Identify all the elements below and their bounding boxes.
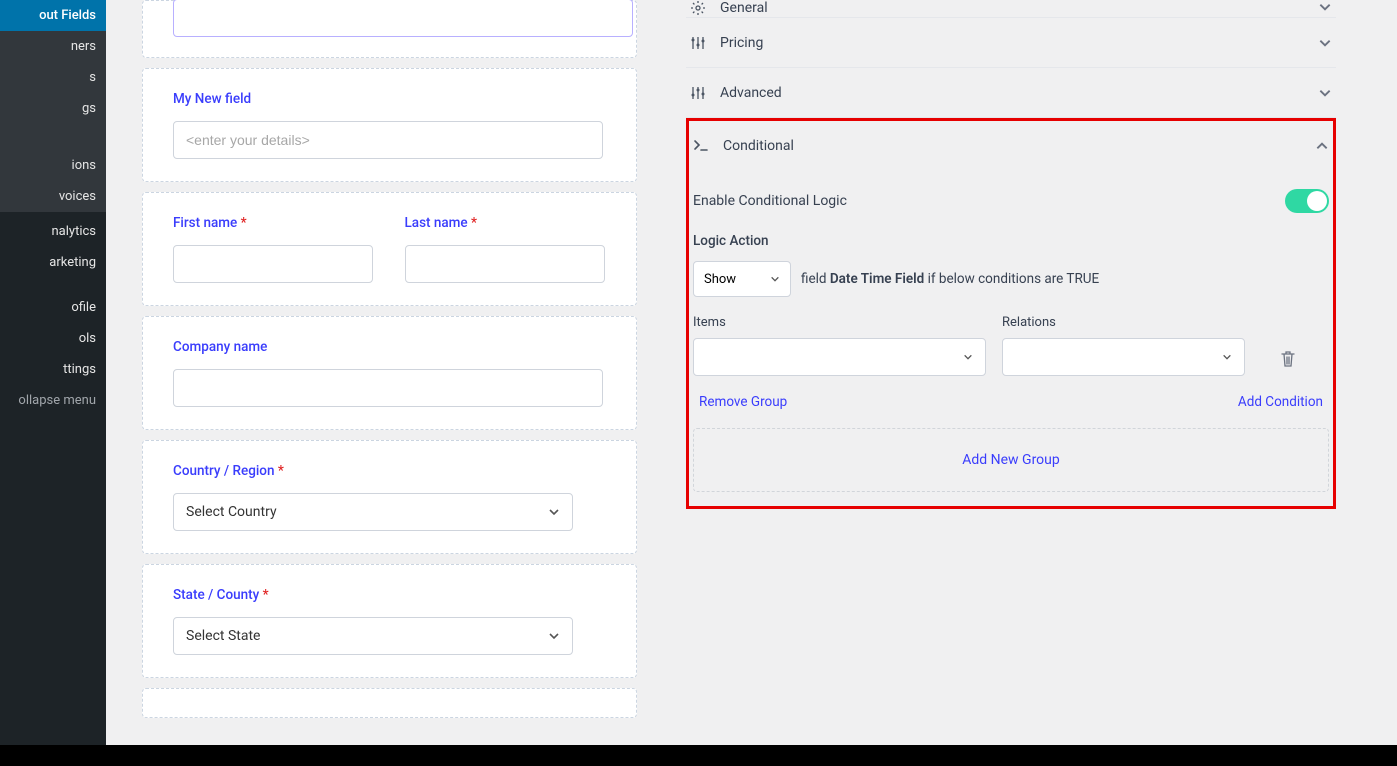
form-card-top[interactable] xyxy=(142,0,637,58)
terminal-icon xyxy=(693,138,709,154)
bottom-bar xyxy=(0,745,1397,766)
accordion-label: Conditional xyxy=(723,138,794,154)
last-name-input[interactable] xyxy=(405,245,605,283)
sidebar-item-marketing[interactable]: arketing xyxy=(0,247,106,278)
sidebar-item-2[interactable]: gs xyxy=(0,93,106,124)
logic-action-value: Show xyxy=(704,272,736,287)
accordion-label: Advanced xyxy=(720,85,782,101)
accordion-pricing[interactable]: Pricing xyxy=(686,18,1336,68)
sidebar-item-tools[interactable]: ols xyxy=(0,323,106,354)
form-card-my-field[interactable]: My New field xyxy=(142,68,637,182)
logic-action-select[interactable]: Show xyxy=(693,261,791,297)
relations-column-label: Relations xyxy=(1002,315,1245,330)
settings-panel: General Pricing Advanced Con xyxy=(686,0,1336,745)
sidebar-item-settings[interactable]: ttings xyxy=(0,354,106,385)
accordion-general[interactable]: General xyxy=(686,0,1336,18)
country-select[interactable]: Select Country xyxy=(173,493,573,531)
company-label: Company name xyxy=(173,339,606,355)
form-builder-panel: My New field First name * Last name * Co… xyxy=(142,0,637,745)
sidebar-item-checkout-fields[interactable]: out Fields xyxy=(0,0,106,31)
form-card-name[interactable]: First name * Last name * xyxy=(142,192,637,306)
state-value: Select State xyxy=(186,628,260,644)
state-label: State / County * xyxy=(173,587,606,603)
chevron-up-icon xyxy=(1315,139,1329,153)
company-input[interactable] xyxy=(173,369,603,407)
form-card-company[interactable]: Company name xyxy=(142,316,637,430)
sliders-icon xyxy=(690,35,706,51)
sliders-icon xyxy=(690,85,706,101)
chevron-down-icon xyxy=(548,630,560,642)
gear-icon xyxy=(690,0,706,16)
form-card-state[interactable]: State / County * Select State xyxy=(142,564,637,678)
sidebar-item-profile[interactable]: ofile xyxy=(0,292,106,323)
sidebar-item-4[interactable]: voices xyxy=(0,181,106,212)
logic-action-label: Logic Action xyxy=(693,233,1329,249)
sidebar-item-collapse[interactable]: ollapse menu xyxy=(0,385,106,416)
enable-conditional-label: Enable Conditional Logic xyxy=(693,193,847,209)
form-card-next[interactable] xyxy=(142,688,637,718)
add-new-group-button[interactable]: Add New Group xyxy=(693,428,1329,492)
conditional-body: Enable Conditional Logic Logic Action Sh… xyxy=(689,171,1333,492)
first-name-input[interactable] xyxy=(173,245,373,283)
sidebar-item-analytics[interactable]: nalytics xyxy=(0,216,106,247)
delete-condition-button[interactable] xyxy=(1279,350,1297,368)
first-name-label: First name * xyxy=(173,215,375,231)
top-input[interactable] xyxy=(173,0,633,37)
state-select[interactable]: Select State xyxy=(173,617,573,655)
country-value: Select Country xyxy=(186,504,277,520)
form-card-country[interactable]: Country / Region * Select Country xyxy=(142,440,637,554)
last-name-label: Last name * xyxy=(405,215,607,231)
my-new-field-label: My New field xyxy=(173,91,606,107)
items-column-label: Items xyxy=(693,315,986,330)
accordion-conditional[interactable]: Conditional xyxy=(689,121,1333,171)
sidebar-item-0[interactable]: ners xyxy=(0,31,106,62)
logic-sentence: field Date Time Field if below condition… xyxy=(801,271,1099,287)
country-label: Country / Region * xyxy=(173,463,606,479)
conditional-highlight: Conditional Enable Conditional Logic Log… xyxy=(686,118,1336,509)
remove-group-button[interactable]: Remove Group xyxy=(699,394,787,410)
accordion-advanced[interactable]: Advanced xyxy=(686,68,1336,118)
main-area: My New field First name * Last name * Co… xyxy=(106,0,1397,745)
sidebar-item-3[interactable]: ions xyxy=(0,150,106,181)
items-select[interactable] xyxy=(693,338,986,376)
conditional-toggle[interactable] xyxy=(1285,189,1329,213)
relations-select[interactable] xyxy=(1002,338,1245,376)
chevron-down-icon xyxy=(1318,0,1332,14)
chevron-down-icon xyxy=(548,506,560,518)
chevron-down-icon xyxy=(1318,86,1332,100)
sidebar-item-1[interactable]: s xyxy=(0,62,106,93)
admin-sidebar: out Fields ners s gs ions voices nalytic… xyxy=(0,0,106,745)
my-new-field-input[interactable] xyxy=(173,121,603,159)
add-condition-button[interactable]: Add Condition xyxy=(1238,394,1323,410)
accordion-label: General xyxy=(720,0,768,16)
chevron-down-icon xyxy=(1318,36,1332,50)
accordion-label: Pricing xyxy=(720,35,763,51)
